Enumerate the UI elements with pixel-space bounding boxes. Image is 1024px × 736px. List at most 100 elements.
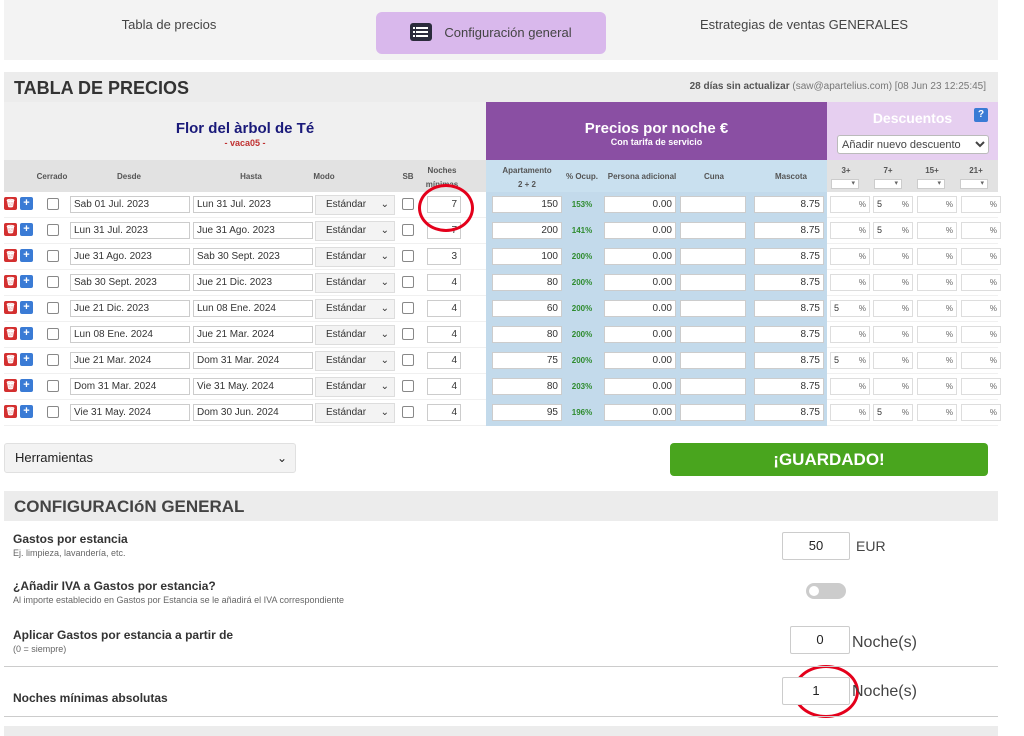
sb-checkbox[interactable]: [402, 198, 414, 210]
discount-d21-input[interactable]: %: [961, 352, 1001, 369]
discount-d3-input[interactable]: %: [830, 196, 870, 213]
discount-d15-input[interactable]: %: [917, 196, 957, 213]
min-nights-input[interactable]: 7: [427, 222, 461, 239]
sb-checkbox[interactable]: [402, 224, 414, 236]
discount-d7-input[interactable]: %: [873, 248, 913, 265]
sb-checkbox[interactable]: [402, 380, 414, 392]
discount-d15-input[interactable]: %: [917, 222, 957, 239]
apartment-price-input[interactable]: 95: [492, 404, 562, 421]
closed-checkbox[interactable]: [47, 354, 59, 366]
discount-d15-input[interactable]: %: [917, 274, 957, 291]
min-nights-input[interactable]: 4: [427, 352, 461, 369]
trash-icon[interactable]: 🗑: [4, 405, 17, 418]
disc-7-select[interactable]: ▾: [874, 179, 902, 189]
min-nights-input[interactable]: 4: [427, 326, 461, 343]
tools-select[interactable]: Herramientas ⌄: [4, 443, 296, 473]
tab-sales-strategies[interactable]: Estrategias de ventas GENERALES: [644, 0, 964, 52]
plus-icon[interactable]: +: [20, 275, 33, 288]
pet-input[interactable]: 8.75: [754, 378, 824, 395]
sb-checkbox[interactable]: [402, 406, 414, 418]
min-nights-input[interactable]: 4: [427, 274, 461, 291]
plus-icon[interactable]: +: [20, 353, 33, 366]
mode-select[interactable]: Estándar ⌄: [315, 299, 395, 319]
discount-d7-input[interactable]: %: [873, 274, 913, 291]
discount-d21-input[interactable]: %: [961, 326, 1001, 343]
plus-icon[interactable]: +: [20, 197, 33, 210]
extra-person-input[interactable]: 0.00: [604, 326, 676, 343]
discount-d21-input[interactable]: %: [961, 378, 1001, 395]
to-date-input[interactable]: Lun 31 Jul. 2023: [193, 196, 313, 213]
to-date-input[interactable]: Vie 31 May. 2024: [193, 378, 313, 395]
trash-icon[interactable]: 🗑: [4, 249, 17, 262]
save-button[interactable]: ¡GUARDADO!: [670, 443, 988, 476]
crib-input[interactable]: [680, 326, 746, 343]
discount-d15-input[interactable]: %: [917, 326, 957, 343]
disc-3-select[interactable]: ▾: [831, 179, 859, 189]
plus-icon[interactable]: +: [20, 223, 33, 236]
from-date-input[interactable]: Lun 08 Ene. 2024: [70, 326, 190, 343]
closed-checkbox[interactable]: [47, 380, 59, 392]
apply-from-input[interactable]: 0: [790, 626, 850, 654]
mode-select[interactable]: Estándar ⌄: [315, 403, 395, 423]
crib-input[interactable]: [680, 248, 746, 265]
sb-checkbox[interactable]: [402, 328, 414, 340]
apartment-price-input[interactable]: 80: [492, 274, 562, 291]
mode-select[interactable]: Estándar ⌄: [315, 221, 395, 241]
apartment-price-input[interactable]: 75: [492, 352, 562, 369]
trash-icon[interactable]: 🗑: [4, 353, 17, 366]
closed-checkbox[interactable]: [47, 198, 59, 210]
disc-15-select[interactable]: ▾: [917, 179, 945, 189]
discount-d7-input[interactable]: 5%: [873, 222, 913, 239]
add-discount-select[interactable]: Añadir nuevo descuento: [837, 135, 989, 154]
discount-d7-input[interactable]: %: [873, 352, 913, 369]
discount-d3-input[interactable]: %: [830, 248, 870, 265]
min-nights-input[interactable]: 7: [427, 196, 461, 213]
tab-general-config[interactable]: Configuración general: [376, 12, 606, 54]
extra-person-input[interactable]: 0.00: [604, 404, 676, 421]
discount-d21-input[interactable]: %: [961, 222, 1001, 239]
min-nights-input[interactable]: 4: [427, 404, 461, 421]
crib-input[interactable]: [680, 352, 746, 369]
discount-d21-input[interactable]: %: [961, 196, 1001, 213]
vat-toggle[interactable]: [806, 583, 846, 599]
discount-d21-input[interactable]: %: [961, 274, 1001, 291]
apartment-price-input[interactable]: 80: [492, 378, 562, 395]
discount-d7-input[interactable]: 5%: [873, 196, 913, 213]
mode-select[interactable]: Estándar ⌄: [315, 325, 395, 345]
discount-d3-input[interactable]: %: [830, 222, 870, 239]
abs-min-input[interactable]: 1: [782, 677, 850, 705]
trash-icon[interactable]: 🗑: [4, 223, 17, 236]
discount-d7-input[interactable]: %: [873, 378, 913, 395]
to-date-input[interactable]: Dom 30 Jun. 2024: [193, 404, 313, 421]
pet-input[interactable]: 8.75: [754, 222, 824, 239]
discount-d15-input[interactable]: %: [917, 404, 957, 421]
from-date-input[interactable]: Jue 31 Ago. 2023: [70, 248, 190, 265]
plus-icon[interactable]: +: [20, 301, 33, 314]
trash-icon[interactable]: 🗑: [4, 275, 17, 288]
closed-checkbox[interactable]: [47, 328, 59, 340]
sb-checkbox[interactable]: [402, 276, 414, 288]
closed-checkbox[interactable]: [47, 224, 59, 236]
apartment-price-input[interactable]: 60: [492, 300, 562, 317]
crib-input[interactable]: [680, 222, 746, 239]
crib-input[interactable]: [680, 404, 746, 421]
sb-checkbox[interactable]: [402, 354, 414, 366]
discount-d7-input[interactable]: %: [873, 300, 913, 317]
pet-input[interactable]: 8.75: [754, 326, 824, 343]
crib-input[interactable]: [680, 196, 746, 213]
plus-icon[interactable]: +: [20, 405, 33, 418]
sb-checkbox[interactable]: [402, 250, 414, 262]
min-nights-input[interactable]: 3: [427, 248, 461, 265]
discount-d15-input[interactable]: %: [917, 248, 957, 265]
discount-d21-input[interactable]: %: [961, 248, 1001, 265]
extra-person-input[interactable]: 0.00: [604, 274, 676, 291]
trash-icon[interactable]: 🗑: [4, 327, 17, 340]
to-date-input[interactable]: Sab 30 Sept. 2023: [193, 248, 313, 265]
min-nights-input[interactable]: 4: [427, 300, 461, 317]
from-date-input[interactable]: Lun 31 Jul. 2023: [70, 222, 190, 239]
apartment-price-input[interactable]: 100: [492, 248, 562, 265]
from-date-input[interactable]: Sab 01 Jul. 2023: [70, 196, 190, 213]
discount-d3-input[interactable]: 5%: [830, 352, 870, 369]
help-icon[interactable]: ?: [974, 108, 988, 122]
closed-checkbox[interactable]: [47, 250, 59, 262]
